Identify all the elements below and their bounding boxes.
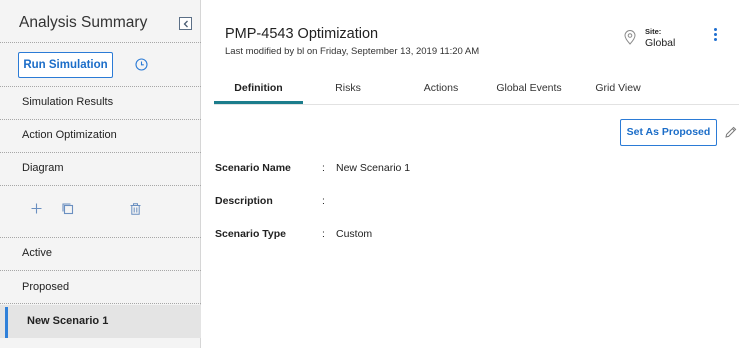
tab-risks[interactable]: Risks (318, 76, 378, 102)
scenario-item-new-scenario-1[interactable]: New Scenario 1 (0, 305, 201, 338)
scenario-type-label: Scenario Type (215, 228, 286, 240)
collapse-sidebar-button[interactable] (179, 17, 192, 30)
copy-icon[interactable] (62, 203, 74, 215)
kebab-menu-icon[interactable] (712, 28, 718, 44)
run-simulation-button[interactable]: Run Simulation (18, 52, 113, 78)
tab-global-events[interactable]: Global Events (492, 76, 566, 102)
clock-icon[interactable] (135, 58, 148, 71)
divider (0, 185, 201, 186)
sidebar-title: Analysis Summary (19, 14, 148, 31)
chevron-left-icon (183, 20, 188, 28)
scenario-type-value: Custom (336, 228, 373, 240)
location-pin-icon (624, 30, 636, 45)
tab-definition[interactable]: Definition (214, 76, 303, 102)
plus-icon[interactable] (31, 203, 42, 214)
field-colon: : (322, 195, 325, 207)
page-title: PMP-4543 Optimization (225, 26, 379, 42)
tab-grid-view[interactable]: Grid View (588, 76, 648, 102)
sidebar: Analysis Summary Run Simulation Simulati… (0, 0, 201, 348)
pencil-icon[interactable] (725, 126, 737, 138)
site-value: Global (645, 37, 676, 49)
sidebar-item-action-optimization[interactable]: Action Optimization (0, 119, 201, 152)
sidebar-item-simulation-results[interactable]: Simulation Results (0, 86, 201, 119)
scenario-item-label: New Scenario 1 (27, 315, 109, 327)
last-modified-text: Last modified by bl on Friday, September… (225, 46, 480, 57)
description-label: Description (215, 195, 273, 207)
site-label: Site: (645, 27, 662, 36)
set-as-proposed-button[interactable]: Set As Proposed (620, 119, 717, 146)
field-colon: : (322, 162, 325, 174)
scenario-item-active[interactable]: Active (0, 237, 201, 270)
tab-actions[interactable]: Actions (410, 76, 472, 102)
field-colon: : (322, 228, 325, 240)
tabs-divider (214, 104, 739, 105)
scenario-name-label: Scenario Name (215, 162, 291, 174)
divider (0, 42, 201, 43)
sidebar-item-diagram[interactable]: Diagram (0, 152, 201, 185)
scenario-name-value: New Scenario 1 (336, 162, 411, 174)
scenario-item-proposed[interactable]: Proposed (0, 271, 201, 304)
trash-icon[interactable] (130, 203, 141, 215)
divider (0, 303, 201, 304)
selection-accent (5, 307, 8, 338)
